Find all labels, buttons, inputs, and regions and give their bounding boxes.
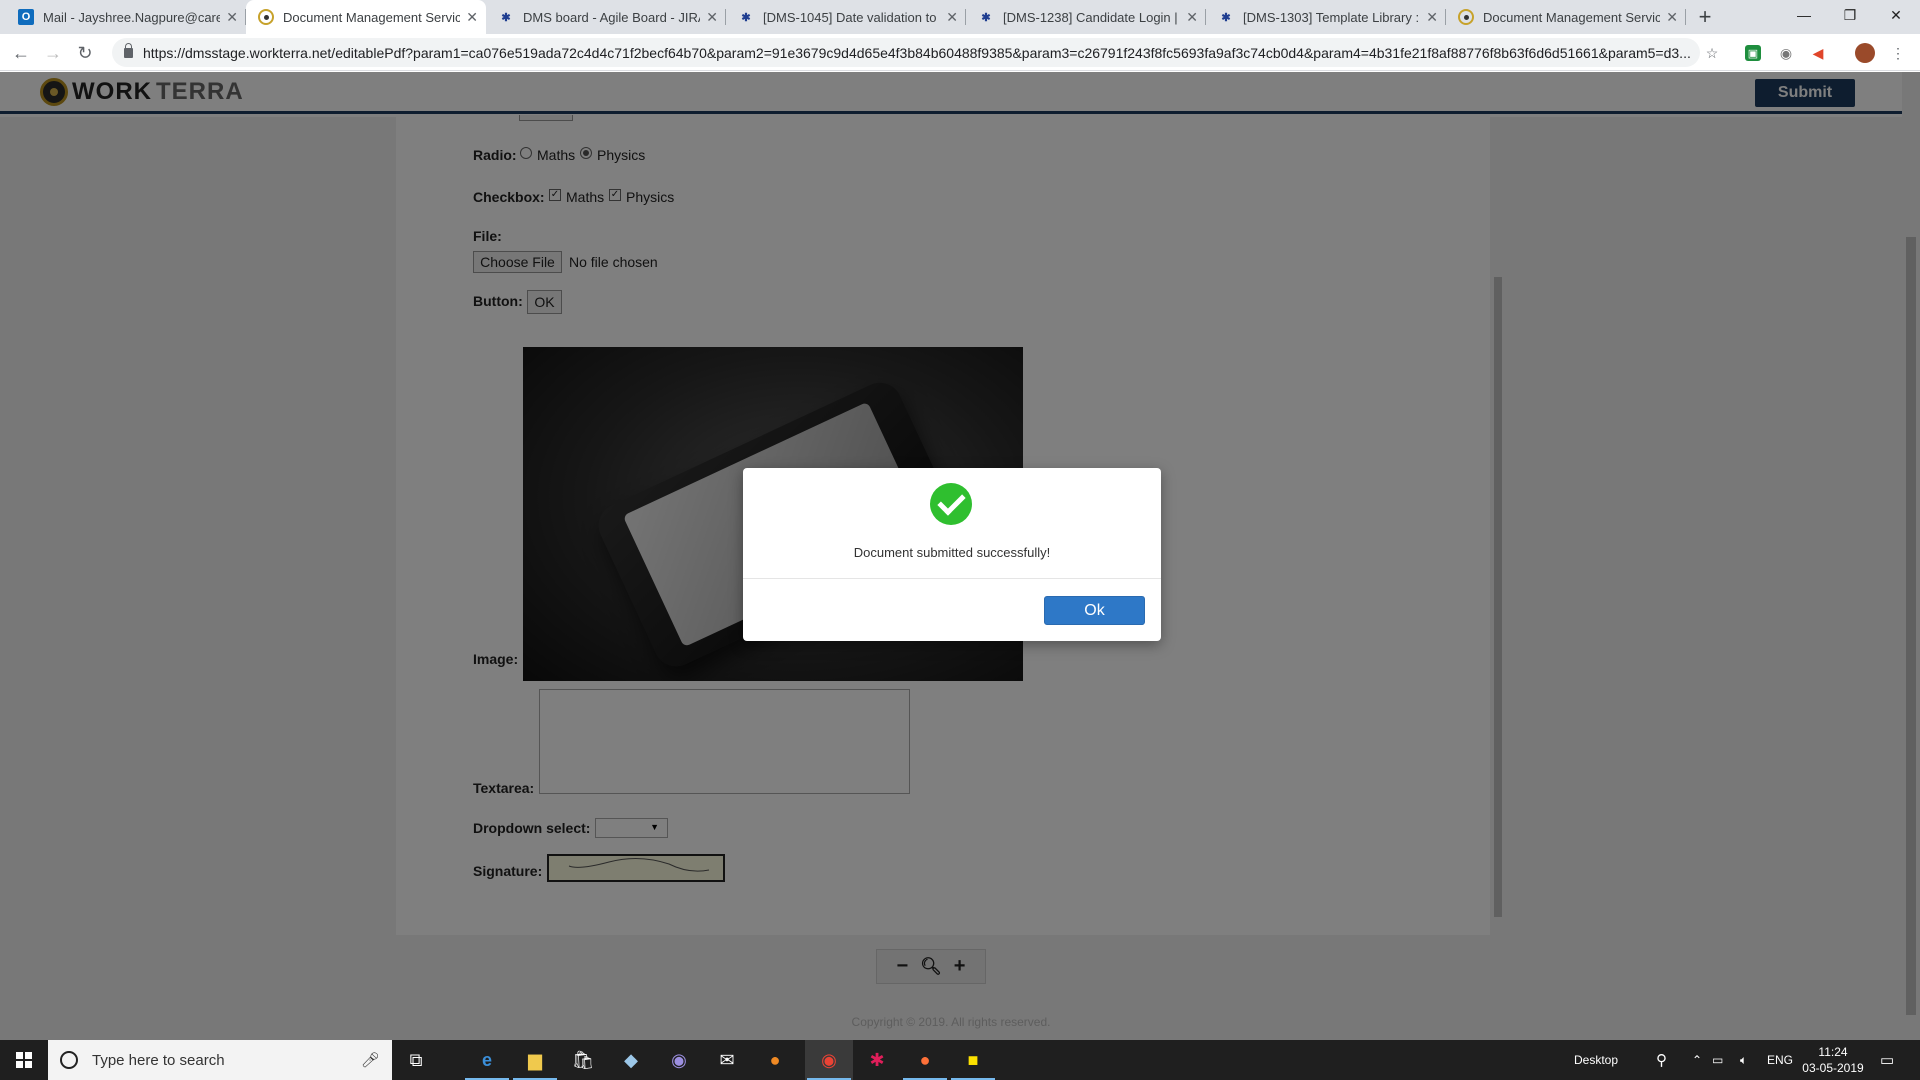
tab-title: Document Management Service [1483, 9, 1661, 25]
tab-title: [DMS-1045] Date validation to b [763, 9, 941, 25]
people-icon[interactable]: ⚲ [1656, 1040, 1667, 1080]
task-view-icon[interactable]: ⧉ [392, 1040, 440, 1080]
back-icon[interactable]: ← [7, 39, 35, 67]
close-tab-icon[interactable]: ✕ [226, 9, 238, 26]
file-explorer-icon[interactable]: ▆ [511, 1040, 559, 1080]
tab-title: [DMS-1238] Candidate Login | Sc [1003, 9, 1181, 25]
notifications-icon[interactable]: ▭ [1880, 1040, 1894, 1080]
start-button[interactable] [0, 1040, 48, 1080]
volume-icon[interactable]: 🔈︎ [1740, 1040, 1747, 1080]
dialog-message: Document submitted successfully! [853, 545, 1051, 560]
maximize-icon[interactable]: ❐ [1827, 0, 1873, 30]
search-placeholder: Type here to search [92, 1051, 225, 1069]
tray-chevron-icon[interactable]: ⌃ [1692, 1040, 1702, 1080]
jira-icon: ✱ [741, 11, 751, 24]
success-dialog: Document submitted successfully! Ok [743, 468, 1161, 641]
language-indicator[interactable]: ENG [1767, 1040, 1793, 1080]
edge-icon[interactable]: e [463, 1040, 511, 1080]
taskbar-search[interactable]: Type here to search 🎤︎ [48, 1040, 392, 1080]
windows-logo-icon [16, 1052, 32, 1068]
firefox-icon[interactable]: ● [901, 1040, 949, 1080]
close-tab-icon[interactable]: ✕ [1666, 9, 1678, 26]
mail-icon[interactable]: ✉ [703, 1040, 751, 1080]
browser-tab-active[interactable]: Document Management Service ✕ [246, 0, 486, 34]
close-window-icon[interactable]: ✕ [1873, 0, 1919, 30]
clock-time: 11:24 [1818, 1045, 1848, 1059]
camera-extension-icon[interactable]: ◉ [1776, 43, 1796, 63]
close-tab-icon[interactable]: ✕ [706, 9, 718, 26]
tab-title: Document Management Service [283, 9, 461, 25]
browser-tab-dms-1303[interactable]: ✱ [DMS-1303] Template Library : Sc ✕ [1206, 0, 1446, 34]
jira-icon: ✱ [501, 11, 511, 24]
browser-tab-mail[interactable]: O Mail - Jayshree.Nagpure@career ✕ [6, 0, 246, 34]
success-check-icon [930, 483, 972, 525]
clock-date: 03-05-2019 [1802, 1061, 1864, 1075]
reload-icon[interactable]: ↻ [71, 39, 99, 67]
windows-taskbar: Type here to search 🎤︎ ⧉ e ▆ 🛍︎ ◆ ◉ ✉ ● … [0, 1040, 1920, 1080]
close-tab-icon[interactable]: ✕ [1426, 9, 1438, 26]
red-extension-icon[interactable]: ◀ [1808, 43, 1828, 63]
browser-toolbar: ← → ↻ https://dmsstage.workterra.net/edi… [0, 34, 1920, 71]
firefox-old-icon[interactable]: ● [751, 1040, 799, 1080]
lock-icon [124, 42, 133, 58]
minimize-icon[interactable]: — [1781, 0, 1827, 30]
network-icon[interactable]: ▭ [1712, 1040, 1723, 1080]
chrome-icon[interactable]: ◉ [805, 1040, 853, 1080]
close-tab-icon[interactable]: ✕ [466, 9, 478, 26]
browser-tab-dms[interactable]: Document Management Service ✕ [1446, 0, 1686, 34]
dialog-divider [743, 578, 1161, 579]
store-icon[interactable]: 🛍︎ [559, 1040, 607, 1080]
jira-icon: ✱ [1221, 11, 1231, 24]
workterra-icon [258, 9, 274, 25]
profile-avatar[interactable] [1855, 43, 1875, 63]
sticky-notes-icon[interactable]: ■ [949, 1040, 997, 1080]
menu-icon[interactable]: ⋮ [1888, 43, 1908, 63]
clock[interactable]: 11:24 03-05-2019 [1800, 1040, 1866, 1080]
browser-tab-dms-1238[interactable]: ✱ [DMS-1238] Candidate Login | Sc ✕ [966, 0, 1206, 34]
bookmark-star-icon[interactable]: ☆ [1702, 43, 1722, 63]
outlook-icon: O [18, 9, 34, 25]
tab-title: DMS board - Agile Board - JIRA [523, 9, 701, 25]
microphone-icon[interactable]: 🎤︎ [361, 1051, 380, 1069]
url-text: https://dmsstage.workterra.net/editableP… [143, 44, 1691, 61]
app-icon[interactable]: ◆ [607, 1040, 655, 1080]
browser-tab-strip: O Mail - Jayshree.Nagpure@career ✕ Docum… [0, 0, 1920, 34]
forward-icon[interactable]: → [39, 39, 67, 67]
extension-green-icon[interactable]: ▣ [1745, 45, 1761, 61]
address-bar[interactable]: https://dmsstage.workterra.net/editableP… [112, 38, 1700, 67]
close-tab-icon[interactable]: ✕ [1186, 9, 1198, 26]
browser-tab-dms-1045[interactable]: ✱ [DMS-1045] Date validation to b ✕ [726, 0, 966, 34]
tab-title: [DMS-1303] Template Library : Sc [1243, 9, 1421, 25]
dialog-ok-button[interactable]: Ok [1044, 596, 1145, 625]
desktop-label[interactable]: Desktop [1574, 1040, 1618, 1080]
close-tab-icon[interactable]: ✕ [946, 9, 958, 26]
jira-icon: ✱ [981, 11, 991, 24]
tab-title: Mail - Jayshree.Nagpure@career [43, 9, 221, 25]
browser-tab-jira-board[interactable]: ✱ DMS board - Agile Board - JIRA ✕ [486, 0, 726, 34]
cortana-icon [60, 1051, 78, 1069]
slack-icon[interactable]: ✱ [853, 1040, 901, 1080]
workterra-icon [1458, 9, 1474, 25]
new-tab-icon[interactable]: + [1691, 3, 1719, 31]
eclipse-icon[interactable]: ◉ [655, 1040, 703, 1080]
